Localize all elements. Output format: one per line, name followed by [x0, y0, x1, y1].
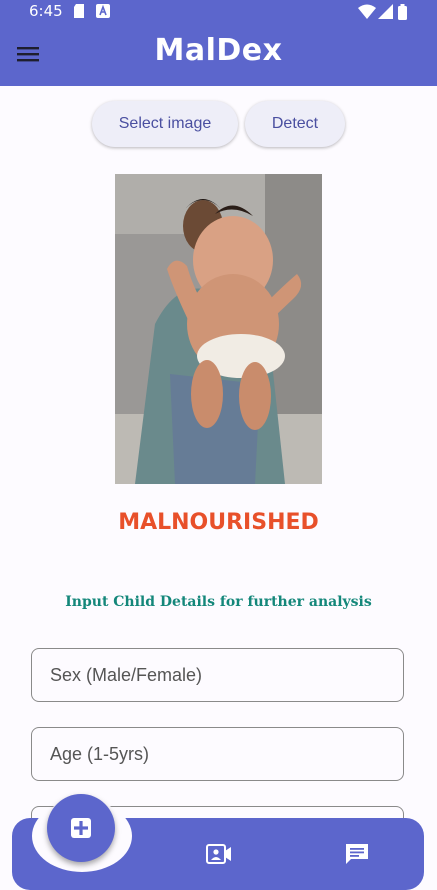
age-field-placeholder: Age (1-5yrs): [50, 743, 150, 764]
form-instruction: Input Child Details for further analysis: [65, 594, 372, 610]
a-badge-icon: [96, 4, 110, 18]
status-time: 6:45: [29, 2, 63, 20]
sd-card-icon: [74, 4, 84, 18]
select-image-button[interactable]: Select image: [92, 101, 238, 147]
sex-field-placeholder: Sex (Male/Female): [50, 664, 203, 685]
app-bar: MalDex: [0, 24, 437, 86]
video-contact-nav[interactable]: [206, 843, 232, 865]
status-bar: 6:45: [0, 0, 437, 24]
signal-icon: [378, 4, 393, 19]
child-photo: [115, 174, 322, 484]
medical-plus-icon: [71, 818, 91, 838]
app-title: MalDex: [154, 33, 283, 68]
battery-icon: [398, 4, 407, 20]
chat-icon: [346, 844, 368, 864]
detect-button[interactable]: Detect: [245, 101, 345, 147]
age-field[interactable]: Age (1-5yrs): [31, 727, 404, 781]
sex-field[interactable]: Sex (Male/Female): [31, 648, 404, 702]
result-label: MALNOURISHED: [118, 510, 319, 535]
video-contact-icon: [206, 844, 231, 864]
wifi-icon: [358, 4, 376, 19]
chat-nav[interactable]: [344, 842, 370, 866]
add-medical-fab[interactable]: [47, 794, 115, 862]
